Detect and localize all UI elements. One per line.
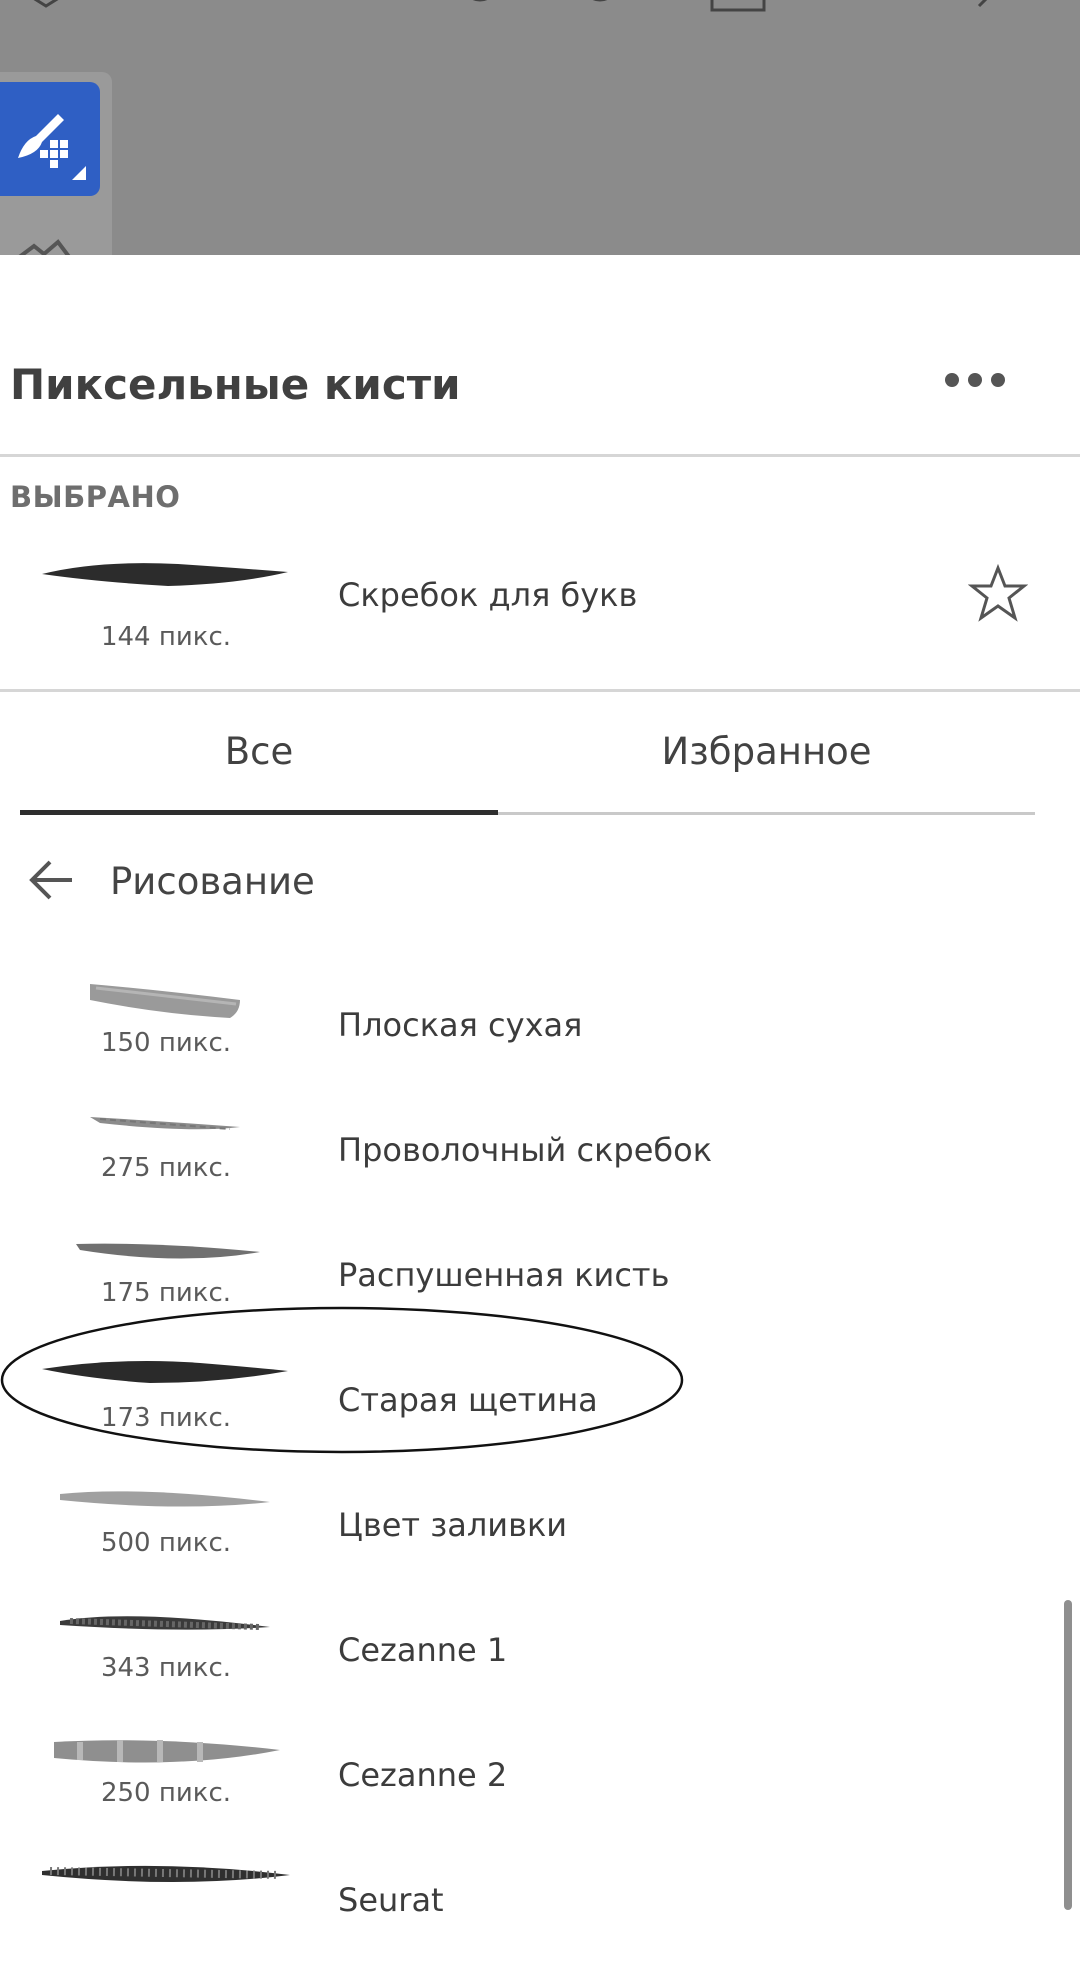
- brush-size: 343 пикс.: [100, 1653, 232, 1683]
- brush-name: Распушенная кисть: [338, 1256, 670, 1294]
- brush-name: Cezanne 1: [338, 1631, 508, 1669]
- brush-name: Цвет заливки: [338, 1506, 568, 1544]
- brush-stroke-preview: [90, 984, 240, 1018]
- selected-divider: [0, 689, 1080, 692]
- panel-title: Пиксельные кисти: [10, 360, 461, 409]
- brush-size: 150 пикс.: [100, 1028, 232, 1058]
- brush-list-item[interactable]: 500 пикс. Цвет заливки: [0, 1468, 1060, 1593]
- brush-list-item[interactable]: 343 пикс. Cezanne 1: [0, 1593, 1060, 1718]
- layers-icon: [710, 0, 766, 12]
- paintbrush-grid-icon: [18, 114, 86, 180]
- brush-stroke-preview: [54, 1740, 280, 1763]
- eraser-tool-icon[interactable]: [14, 238, 74, 255]
- selected-brush-stroke-preview: [42, 563, 288, 586]
- brush-list-item[interactable]: 150 пикс. Плоская сухая: [0, 968, 1060, 1093]
- brush-stroke-preview: [76, 1243, 260, 1259]
- selected-brush-size: 144 пикс.: [100, 622, 232, 652]
- more-horizontal-icon: [945, 373, 1005, 387]
- list-scrollbar[interactable]: [1064, 1600, 1072, 1910]
- star-outline-icon: [967, 563, 1029, 622]
- canvas-backdrop: [0, 0, 1080, 255]
- brush-size: 250 пикс.: [100, 1778, 232, 1808]
- tab-all[interactable]: Все: [20, 730, 498, 773]
- brush-stroke-preview: [90, 1117, 240, 1130]
- brush-name: Cezanne 2: [338, 1756, 508, 1794]
- brush-tool-button[interactable]: [0, 82, 100, 196]
- redo-icon: [592, 0, 608, 2]
- selected-section-label: ВЫБРАНО: [10, 480, 181, 514]
- tab-active-indicator: [20, 810, 498, 815]
- more-options-button[interactable]: [940, 360, 1010, 400]
- brush-stroke-preview: [60, 1616, 270, 1630]
- category-title: Рисование: [110, 860, 315, 903]
- arrow-left-icon: [29, 860, 72, 900]
- brush-name: Seurat: [338, 1881, 444, 1919]
- brush-size: 175 пикс.: [100, 1278, 232, 1308]
- share-icon: [977, 0, 988, 8]
- chevron-down-icon: [33, 0, 59, 8]
- brush-list-item[interactable]: Seurat: [0, 1843, 1060, 1968]
- brush-size: 500 пикс.: [100, 1528, 232, 1558]
- tab-track: [498, 812, 1035, 815]
- header-divider: [0, 454, 1080, 457]
- selected-brush-name: Скребок для букв: [338, 576, 638, 614]
- brush-size: 275 пикс.: [100, 1153, 232, 1183]
- brush-name: Проволочный скребок: [338, 1131, 713, 1169]
- undo-icon: [472, 0, 488, 2]
- brush-name: Плоская сухая: [338, 1006, 583, 1044]
- highlight-ellipse: [0, 1306, 684, 1454]
- tab-favorites[interactable]: Избранное: [498, 730, 1035, 773]
- brush-list-item[interactable]: 275 пикс. Проволочный скребок: [0, 1093, 1060, 1218]
- back-button[interactable]: [28, 858, 76, 902]
- brush-stroke-preview: [60, 1491, 270, 1507]
- brush-list-item[interactable]: 250 пикс. Cezanne 2: [0, 1718, 1060, 1843]
- favorite-button[interactable]: [967, 563, 1029, 624]
- brush-stroke-preview: [42, 1865, 290, 1882]
